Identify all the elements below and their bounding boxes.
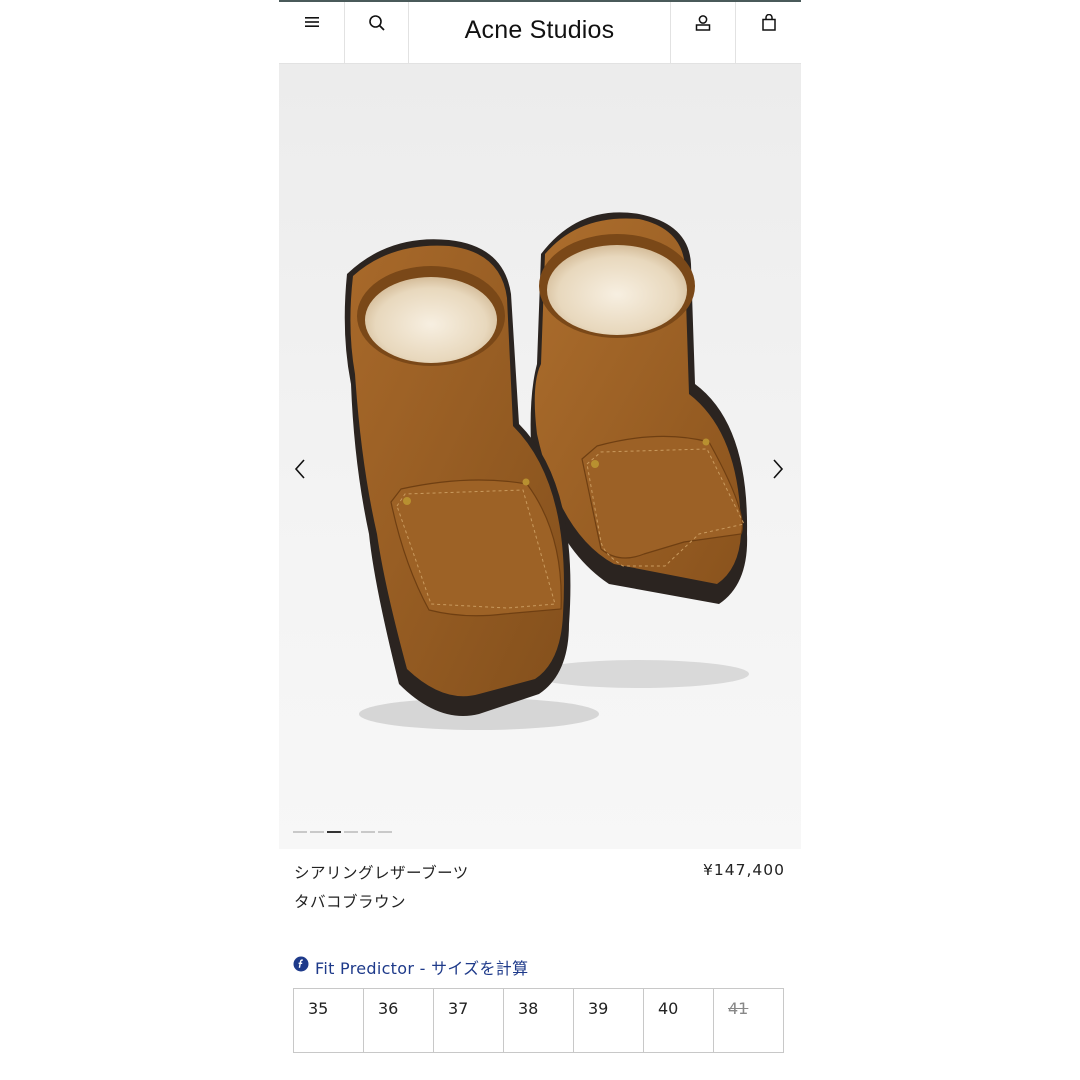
carousel-dot[interactable]: [378, 831, 392, 833]
size-label: 40: [658, 999, 679, 1018]
size-option[interactable]: 37: [434, 989, 504, 1052]
menu-button[interactable]: [279, 2, 345, 64]
account-icon: [695, 15, 711, 31]
size-label: 38: [518, 999, 539, 1018]
search-button[interactable]: [345, 2, 409, 64]
account-button[interactable]: [671, 2, 736, 64]
previous-image-arrow-icon[interactable]: [289, 456, 311, 482]
menu-icon: [304, 17, 319, 27]
size-option[interactable]: 36: [364, 989, 434, 1052]
product-price: ¥147,400: [703, 861, 785, 879]
size-selector: 35 36 37 38 39 40 41: [293, 988, 784, 1053]
size-label: 36: [378, 999, 399, 1018]
fit-predictor-label: Fit Predictor - サイズを計算: [315, 959, 529, 978]
size-label: 37: [448, 999, 469, 1018]
product-color: タバコブラウン: [294, 893, 407, 911]
mobile-page: Acne Studios シアリングレザーブーツ タバコブラウン ¥147,40…: [279, 0, 801, 1080]
size-option[interactable]: 39: [574, 989, 644, 1052]
carousel-dot-active[interactable]: [327, 831, 341, 833]
size-label: 35: [308, 999, 329, 1018]
carousel-dot[interactable]: [361, 831, 375, 833]
size-option-unavailable[interactable]: 41: [714, 989, 783, 1052]
bag-icon: [761, 14, 776, 31]
size-option[interactable]: 35: [294, 989, 364, 1052]
carousel-dot[interactable]: [310, 831, 324, 833]
size-label: 39: [588, 999, 609, 1018]
search-icon: [368, 15, 385, 31]
carousel-dot[interactable]: [344, 831, 358, 833]
product-image-carousel[interactable]: [279, 64, 801, 849]
site-header: Acne Studios: [279, 2, 801, 64]
size-label: 41: [728, 999, 749, 1018]
bag-button[interactable]: [736, 2, 801, 64]
product-photo: [344, 212, 749, 730]
brand-name: Acne Studios: [464, 16, 615, 44]
next-image-arrow-icon[interactable]: [767, 456, 789, 482]
size-option[interactable]: 38: [504, 989, 574, 1052]
fit-predictor-icon: [293, 956, 309, 972]
carousel-dot[interactable]: [293, 831, 307, 833]
product-name: シアリングレザーブーツ: [294, 864, 469, 882]
size-option[interactable]: 40: [644, 989, 714, 1052]
brand-logo[interactable]: Acne Studios: [409, 2, 671, 64]
